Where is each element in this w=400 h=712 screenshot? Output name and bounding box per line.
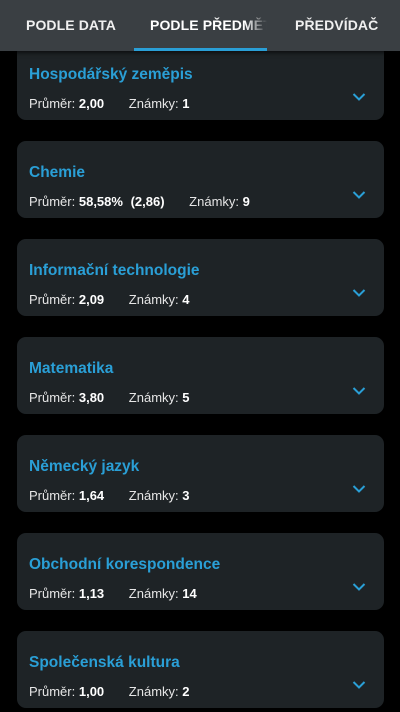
tab-label-fade bbox=[245, 0, 267, 51]
grades-count: 5 bbox=[182, 390, 190, 405]
average-value: 58,58% bbox=[78, 194, 123, 209]
subject-name: Společenská kultura bbox=[29, 654, 180, 671]
average-label: Průměr: bbox=[29, 586, 76, 601]
subject-name: Chemie bbox=[29, 164, 85, 181]
tab-bar: PODLE DATA PODLE PŘEDMĚTŮ PŘEDVÍDAČ bbox=[0, 0, 400, 51]
average-label: Průměr: bbox=[29, 194, 76, 209]
grades-count: 4 bbox=[182, 292, 190, 307]
grades-label: Známky: bbox=[128, 684, 179, 699]
subject-stats: Průměr: 58,58% (2,86) Známky: 9 bbox=[29, 194, 250, 209]
average-label: Průměr: bbox=[29, 292, 76, 307]
subject-stats: Průměr: 3,80 Známky: 5 bbox=[29, 390, 190, 405]
tab-by-date[interactable]: PODLE DATA bbox=[26, 0, 116, 51]
average-weighted-value: (2,86) bbox=[130, 194, 165, 209]
subject-card-informacni-technologie[interactable]: Informační technologie Průměr: 2,09 Znám… bbox=[17, 239, 384, 316]
average-value: 1,00 bbox=[78, 684, 105, 699]
average-value: 1,64 bbox=[78, 488, 105, 503]
grades-count: 14 bbox=[182, 586, 197, 601]
subject-list: Hospodářský zeměpis Průměr: 2,00 Známky:… bbox=[0, 0, 400, 712]
chevron-down-icon[interactable] bbox=[352, 386, 366, 396]
subject-name: Německý jazyk bbox=[29, 458, 140, 475]
subject-name: Informační technologie bbox=[29, 262, 200, 279]
grades-count: 1 bbox=[182, 96, 190, 111]
grades-label: Známky: bbox=[128, 586, 179, 601]
subject-card-matematika[interactable]: Matematika Průměr: 3,80 Známky: 5 bbox=[17, 337, 384, 414]
subject-name: Hospodářský zeměpis bbox=[29, 66, 193, 83]
average-value: 2,00 bbox=[78, 96, 105, 111]
average-label: Průměr: bbox=[29, 96, 76, 111]
grades-label: Známky: bbox=[128, 96, 179, 111]
subject-card-spolecenska-kultura[interactable]: Společenská kultura Průměr: 1,00 Známky:… bbox=[17, 631, 384, 708]
subject-card-obchodni-korespondence[interactable]: Obchodní korespondence Průměr: 1,13 Znám… bbox=[17, 533, 384, 610]
subject-name: Matematika bbox=[29, 360, 114, 377]
average-label: Průměr: bbox=[29, 488, 76, 503]
grades-label: Známky: bbox=[189, 194, 240, 209]
average-value: 2,09 bbox=[78, 292, 105, 307]
subject-stats: Průměr: 2,00 Známky: 1 bbox=[29, 96, 190, 111]
subject-stats: Průměr: 1,13 Známky: 14 bbox=[29, 586, 197, 601]
grades-label: Známky: bbox=[128, 488, 179, 503]
average-value: 3,80 bbox=[78, 390, 105, 405]
subject-card-chemie[interactable]: Chemie Průměr: 58,58% (2,86) Známky: 9 bbox=[17, 141, 384, 218]
chevron-down-icon[interactable] bbox=[352, 484, 366, 494]
subject-stats: Průměr: 1,64 Známky: 3 bbox=[29, 488, 190, 503]
average-value: 1,13 bbox=[78, 586, 105, 601]
tab-by-subject[interactable]: PODLE PŘEDMĚTŮ bbox=[134, 0, 267, 51]
tab-predictor[interactable]: PŘEDVÍDAČ bbox=[295, 0, 378, 51]
subject-name: Obchodní korespondence bbox=[29, 556, 221, 573]
average-label: Průměr: bbox=[29, 684, 76, 699]
grades-count: 9 bbox=[242, 194, 250, 209]
chevron-down-icon[interactable] bbox=[352, 92, 366, 102]
subject-card-nemecky-jazyk[interactable]: Německý jazyk Průměr: 1,64 Známky: 3 bbox=[17, 435, 384, 512]
grades-count: 3 bbox=[182, 488, 190, 503]
grades-label: Známky: bbox=[128, 292, 179, 307]
grades-count: 2 bbox=[182, 684, 190, 699]
tab-active-indicator bbox=[134, 48, 267, 51]
subject-stats: Průměr: 2,09 Známky: 4 bbox=[29, 292, 190, 307]
chevron-down-icon[interactable] bbox=[352, 288, 366, 298]
chevron-down-icon[interactable] bbox=[352, 680, 366, 690]
subject-stats: Průměr: 1,00 Známky: 2 bbox=[29, 684, 190, 699]
chevron-down-icon[interactable] bbox=[352, 582, 366, 592]
chevron-down-icon[interactable] bbox=[352, 190, 366, 200]
subject-card-hospodarsky-zemepis[interactable]: Hospodářský zeměpis Průměr: 2,00 Známky:… bbox=[17, 43, 384, 120]
grades-label: Známky: bbox=[128, 390, 179, 405]
average-label: Průměr: bbox=[29, 390, 76, 405]
